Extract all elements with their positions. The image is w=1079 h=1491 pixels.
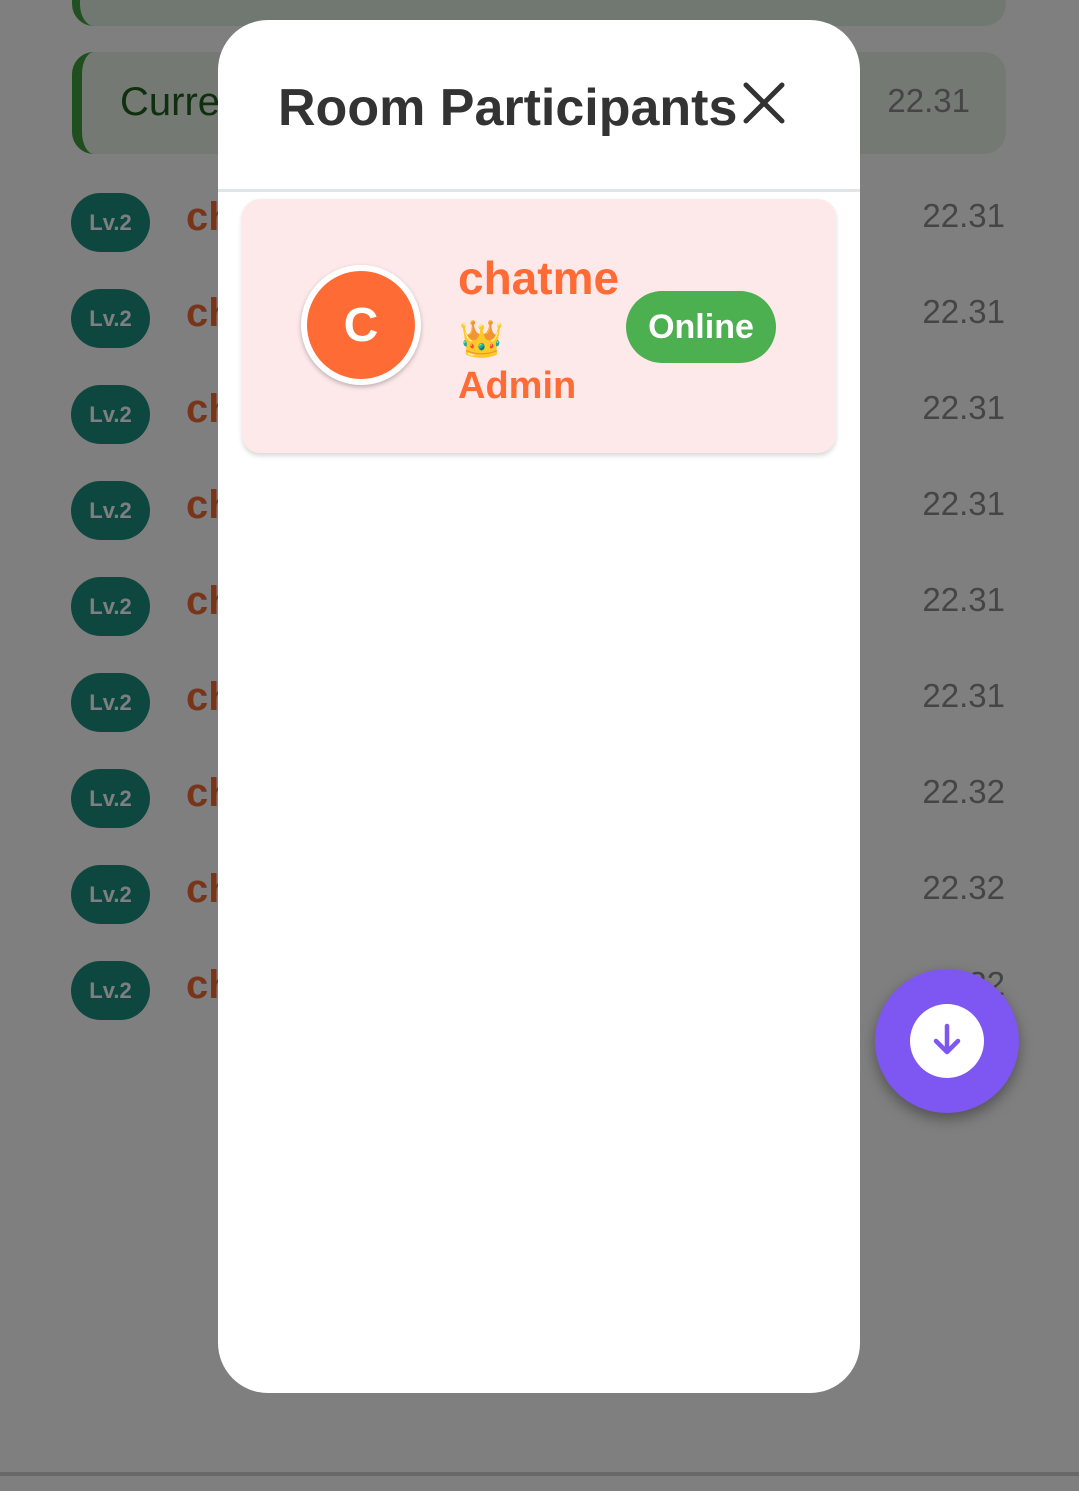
participant-card[interactable]: C chatme 👑 Admin Online xyxy=(242,199,836,453)
participant-role: Admin xyxy=(458,365,577,407)
arrow-down-icon xyxy=(927,1019,967,1064)
dialog-title: Room Participants xyxy=(278,79,738,137)
crown-icon: 👑 xyxy=(459,318,504,359)
close-button[interactable] xyxy=(739,80,789,130)
participant-name: chatme xyxy=(458,252,620,304)
close-icon xyxy=(742,81,786,130)
dialog-header: Room Participants xyxy=(218,20,860,190)
avatar: C xyxy=(301,265,421,385)
status-badge: Online xyxy=(626,291,776,363)
room-participants-dialog: Room Participants C chatme 👑 Admin Onlin… xyxy=(218,20,860,1393)
header-divider xyxy=(218,189,860,192)
avatar-initial: C xyxy=(307,271,415,379)
scroll-to-bottom-button[interactable] xyxy=(875,969,1019,1113)
